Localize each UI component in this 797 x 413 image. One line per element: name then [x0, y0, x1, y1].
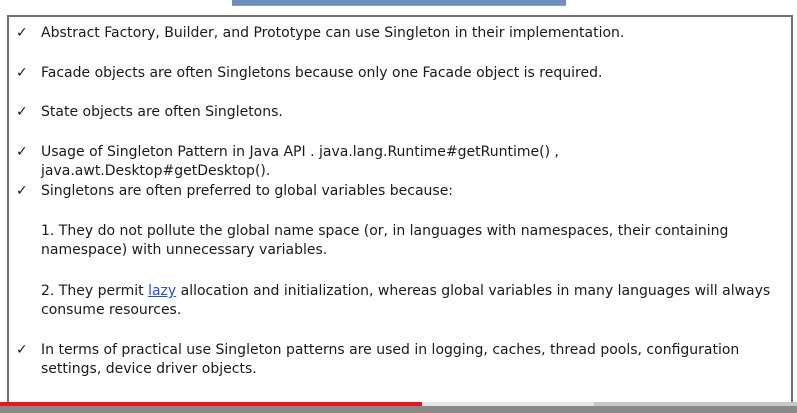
checkmark-icon: ✓ — [16, 342, 28, 358]
sub-point-second: 2. They permit lazy allocation and initi… — [41, 282, 786, 320]
checkmark-icon: ✓ — [16, 144, 28, 160]
bullet-text: Facade objects are often Singletons beca… — [41, 65, 603, 81]
video-frame: ✓ Abstract Factory, Builder, and Prototy… — [0, 0, 797, 413]
player-controls-strip — [0, 406, 797, 413]
checkmark-icon: ✓ — [16, 25, 28, 41]
bullet-text: Singletons are often preferred to global… — [41, 183, 454, 199]
checkmark-icon: ✓ — [16, 183, 28, 199]
sub-point-second-prefix: 2. They permit — [41, 283, 149, 299]
checkmark-icon: ✓ — [16, 65, 28, 81]
bullet-text: Abstract Factory, Builder, and Prototype… — [41, 25, 625, 41]
lazy-link[interactable]: lazy — [148, 283, 176, 299]
bullet-text: Usage of Singleton Pattern in Java API .… — [41, 144, 559, 179]
checkmark-icon: ✓ — [16, 104, 28, 120]
slide-title-bar — [232, 0, 566, 6]
sub-point-first: 1. They do not pollute the global name s… — [41, 223, 729, 258]
bullet-text: State objects are often Singletons. — [41, 104, 283, 120]
bullet-text: In terms of practical use Singleton patt… — [41, 342, 740, 377]
